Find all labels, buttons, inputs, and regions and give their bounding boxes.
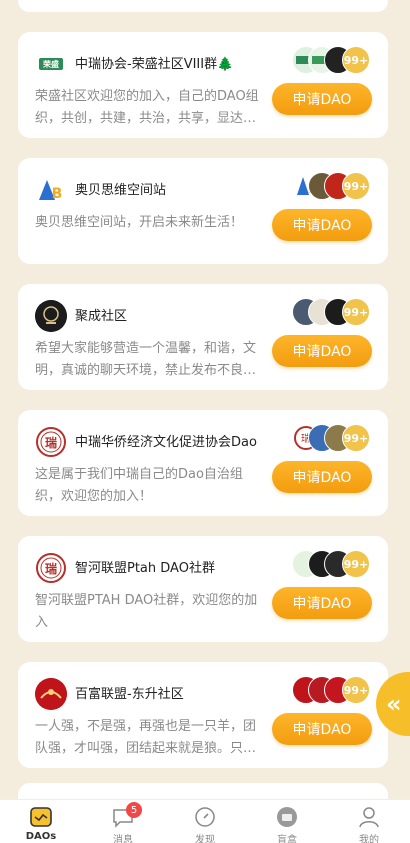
ab-logo: B bbox=[35, 174, 67, 206]
member-count-badge: 99+ bbox=[342, 172, 370, 200]
tab-label: 盲盒 bbox=[277, 835, 297, 843]
jucheng-logo bbox=[35, 300, 67, 332]
partial-card-top bbox=[18, 0, 388, 12]
member-count-badge: 99+ bbox=[342, 676, 370, 704]
dao-description: 这是属于我们中瑞自己的Dao自治组织，欢迎您的加入！ bbox=[35, 467, 243, 504]
svg-text:瑞: 瑞 bbox=[45, 435, 57, 450]
tab-label: 发现 bbox=[195, 835, 215, 843]
dao-description: 智河联盟PTAH DAO社群，欢迎您的加入 bbox=[35, 593, 258, 630]
svg-text:瑞: 瑞 bbox=[45, 561, 57, 576]
unread-badge: 5 bbox=[126, 802, 142, 818]
member-avatars: 瑞 99+ bbox=[292, 424, 382, 452]
member-avatars: 99+ bbox=[292, 46, 382, 74]
dao-description: 奥贝思维空间站，开启未来新生活！ bbox=[35, 215, 244, 230]
dao-card[interactable]: 瑞 智河联盟Ptah DAO社群 智河联盟PTAH DAO社群，欢迎您的加入 9… bbox=[18, 536, 388, 642]
member-avatars: 99+ bbox=[292, 550, 382, 578]
svg-text:荣盛: 荣盛 bbox=[42, 59, 59, 69]
message-icon: 5 bbox=[112, 802, 142, 828]
apply-dao-button[interactable]: 申请DAO bbox=[272, 587, 372, 619]
member-count-badge: 99+ bbox=[342, 550, 370, 578]
apply-dao-button[interactable]: 申请DAO bbox=[272, 713, 372, 745]
dao-description: 希望大家能够营造一个温馨，和谐，文明，真诚的聊天环境，禁止发布不良… bbox=[35, 341, 257, 378]
tab-daos[interactable]: DAOs bbox=[0, 800, 82, 843]
baifu-logo bbox=[35, 678, 67, 710]
dao-description: 荣盛社区欢迎您的加入，自己的DAO组织，共创，共建，共治，共享，显达… bbox=[35, 89, 259, 126]
compass-icon bbox=[194, 806, 216, 828]
dao-name: 中瑞华侨经济文化促进协会Dao bbox=[75, 435, 257, 450]
dao-card[interactable]: 百富联盟-东升社区 一人强，不是强，再强也是一只羊，团队强，才叫强，团结起来就是… bbox=[18, 662, 388, 768]
member-avatars: 99+ bbox=[292, 298, 382, 326]
member-avatars: B 99+ bbox=[292, 172, 382, 200]
dao-description: 一人强，不是强，再强也是一只羊，团队强，才叫强，团结起来就是狼。只… bbox=[35, 719, 257, 756]
tab-messages[interactable]: 5 消息 bbox=[82, 800, 164, 843]
tab-label: DAOs bbox=[25, 831, 57, 842]
dao-card[interactable]: 聚成社区 希望大家能够营造一个温馨，和谐，文明，真诚的聊天环境，禁止发布不良… … bbox=[18, 284, 388, 390]
tab-label: 我的 bbox=[359, 835, 379, 843]
apply-dao-button[interactable]: 申请DAO bbox=[272, 335, 372, 367]
member-count-badge: 99+ bbox=[342, 46, 370, 74]
dao-card[interactable]: 荣盛 中瑞协会-荣盛社区VIII群🌲 荣盛社区欢迎您的加入，自己的DAO组织，共… bbox=[18, 32, 388, 138]
tab-profile[interactable]: 我的 bbox=[328, 800, 410, 843]
tab-discover[interactable]: 发现 bbox=[164, 800, 246, 843]
member-count-badge: 99+ bbox=[342, 424, 370, 452]
dao-card[interactable]: 瑞 中瑞华侨经济文化促进协会Dao 这是属于我们中瑞自己的Dao自治组织，欢迎您… bbox=[18, 410, 388, 516]
apply-dao-button[interactable]: 申请DAO bbox=[272, 83, 372, 115]
member-avatars: 99+ bbox=[292, 676, 382, 704]
member-count-badge: 99+ bbox=[342, 298, 370, 326]
dao-name: 聚成社区 bbox=[75, 309, 128, 324]
rongsheng-logo: 荣盛 bbox=[35, 48, 67, 80]
daos-icon bbox=[30, 806, 52, 828]
dao-name: 中瑞协会-荣盛社区VIII群🌲 bbox=[75, 57, 234, 72]
apply-dao-button[interactable]: 申请DAO bbox=[272, 461, 372, 493]
zhongrui-seal-logo: 瑞 bbox=[35, 426, 67, 458]
dao-name: 奥贝思维空间站 bbox=[75, 183, 167, 198]
tab-blind-box[interactable]: 盲盒 bbox=[246, 800, 328, 843]
dao-name: 智河联盟Ptah DAO社群 bbox=[75, 561, 215, 576]
blind-box-icon bbox=[276, 806, 298, 828]
bottom-tab-bar: DAOs 5 消息 发现 盲盒 我的 bbox=[0, 799, 410, 843]
svg-text:B: B bbox=[52, 186, 63, 202]
dao-card[interactable]: B 奥贝思维空间站 奥贝思维空间站，开启未来新生活！ B 99+ 申请DAO bbox=[18, 158, 388, 264]
apply-dao-button[interactable]: 申请DAO bbox=[272, 209, 372, 241]
tab-label: 消息 bbox=[113, 835, 133, 843]
zhihe-seal-logo: 瑞 bbox=[35, 552, 67, 584]
profile-icon bbox=[358, 806, 380, 828]
dao-list-screen: 荣盛 中瑞协会-荣盛社区VIII群🌲 荣盛社区欢迎您的加入，自己的DAO组织，共… bbox=[0, 0, 410, 843]
dao-name: 百富联盟-东升社区 bbox=[75, 687, 184, 702]
